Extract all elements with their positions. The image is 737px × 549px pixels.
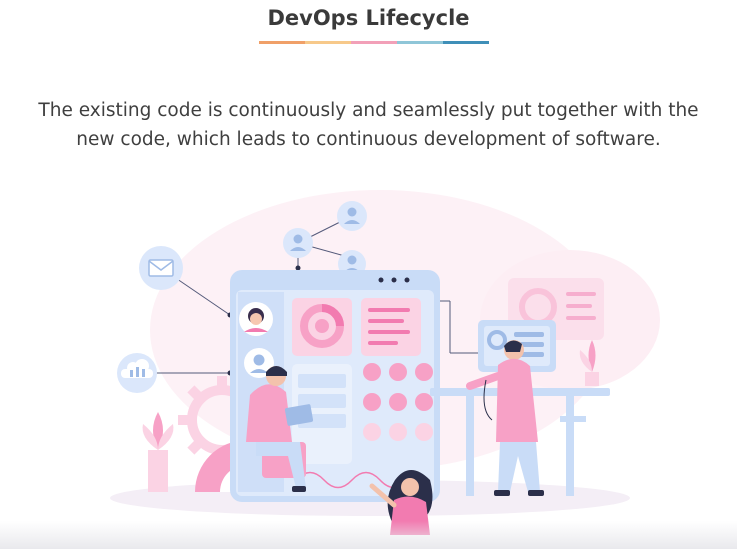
- underline-segment-3: [351, 41, 397, 44]
- avatar-woman: [239, 302, 273, 336]
- bottom-fade: [0, 521, 737, 549]
- underline-segment-2: [305, 41, 351, 44]
- cloud-icon: [117, 353, 157, 393]
- description-text: The existing code is continuously and se…: [38, 100, 699, 150]
- page-title: DevOps Lifecycle: [267, 6, 470, 30]
- connector-dot: [295, 265, 301, 271]
- user-icon: [337, 201, 367, 231]
- plant-icon: [142, 412, 174, 492]
- underline-segment-4: [397, 41, 443, 44]
- title-underline: [259, 41, 489, 44]
- dot-grid: [363, 363, 433, 441]
- user-icon: [283, 228, 313, 258]
- underline-segment-1: [259, 41, 305, 44]
- mail-icon: [139, 246, 183, 290]
- underline-segment-5: [443, 41, 489, 44]
- text-card: [361, 298, 421, 356]
- devops-illustration: [110, 190, 660, 535]
